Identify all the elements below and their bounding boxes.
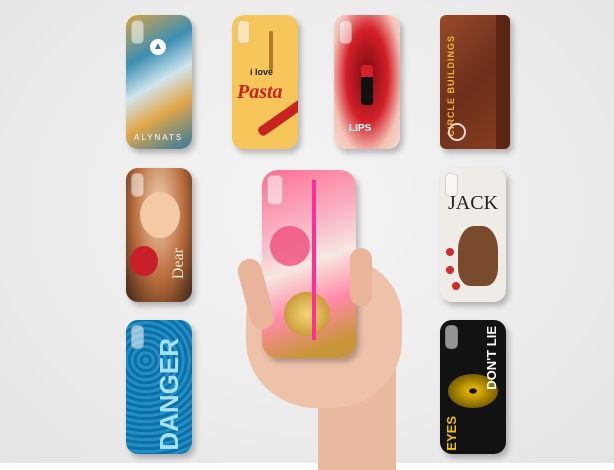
blue-pattern-phone-case: DANGER	[126, 320, 192, 454]
pasta-small-text: i love	[250, 67, 274, 77]
camera-cutout-icon	[339, 20, 352, 44]
finger	[350, 248, 372, 306]
camera-cutout-icon	[131, 325, 144, 349]
gold-flower	[284, 292, 330, 336]
baby-label-text: Dear	[170, 248, 187, 280]
dog-illustration	[458, 226, 498, 286]
magenta-neon-lines	[312, 180, 316, 340]
dog-label-text: JACK	[448, 192, 499, 214]
marble-brand-text: ALYNATS	[134, 133, 184, 142]
product-photo: ▲ ALYNATS i love Pasta LIPS CIRCLE BUILD…	[0, 0, 614, 470]
baby-phone-case: Dear	[126, 168, 192, 302]
floral-phone-case	[262, 170, 356, 358]
leather-label-text: CIRCLE BUILDINGS	[446, 35, 456, 137]
baby-face	[140, 192, 180, 238]
fork-illustration	[269, 31, 273, 71]
eyes-line1-text: EYES	[444, 416, 459, 451]
leather-wallet-case: CIRCLE BUILDINGS	[440, 15, 510, 149]
camera-cutout-icon	[445, 325, 458, 349]
camera-cutout-icon	[131, 20, 144, 44]
logo-circle-icon	[448, 123, 466, 141]
red-paw-dots	[446, 248, 454, 256]
wallet-strap	[496, 15, 510, 149]
logo-circle-icon: ▲	[150, 39, 166, 55]
dog-phone-case: JACK	[440, 168, 506, 302]
marble-phone-case: ▲ ALYNATS	[126, 15, 192, 149]
eyes-line2-text: DON'T LIE	[484, 326, 499, 390]
camera-cutout-icon	[267, 175, 283, 205]
lips-phone-case: LIPS	[334, 15, 400, 149]
camera-cutout-icon	[237, 20, 250, 44]
camera-cutout-icon	[131, 173, 144, 197]
pasta-title-text: Pasta	[237, 81, 283, 103]
pink-petals	[270, 226, 310, 266]
pasta-phone-case: i love Pasta	[232, 15, 298, 149]
lips-label-text: LIPS	[349, 123, 372, 134]
eyes-phone-case: DON'T LIE EYES	[440, 320, 506, 454]
blue-label-text: DANGER	[154, 338, 184, 451]
red-flowers	[130, 246, 158, 276]
lipstick-illustration	[361, 65, 373, 105]
